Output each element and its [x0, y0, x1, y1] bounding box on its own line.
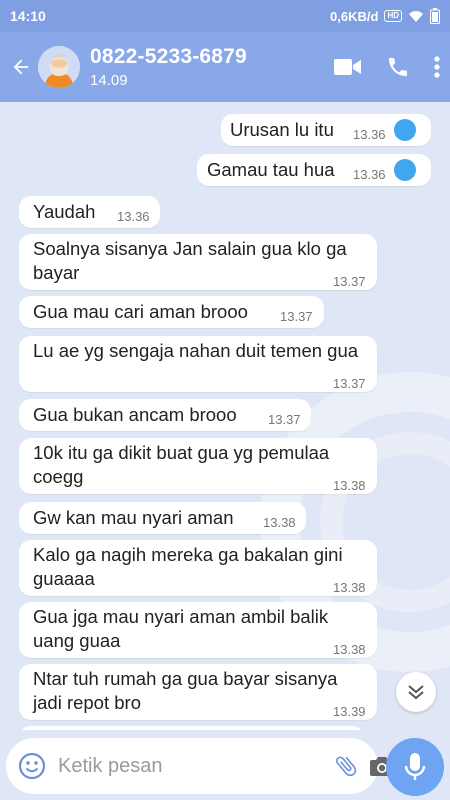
back-button[interactable] [6, 47, 36, 87]
wifi-icon [409, 11, 423, 22]
chevron-double-down-icon [408, 685, 424, 700]
message-text: Yaudah [33, 201, 96, 222]
message-text: 10k itu ga dikit buat gua yg pemulaa coe… [33, 442, 330, 487]
video-call-button[interactable] [334, 57, 362, 77]
emoji-icon [18, 752, 46, 780]
message-text: Gw kan mau nyari aman [33, 507, 234, 528]
message-bubble-incoming[interactable]: Kalo ga nagih mereka ga bakalan gini gua… [19, 540, 377, 596]
message-bubble-incoming[interactable]: 10k itu ga dikit buat gua yg pemulaa coe… [19, 438, 377, 494]
message-time: 13.37 [268, 412, 301, 427]
message-text: Gua bukan ancam brooo [33, 404, 237, 425]
message-time: 13.39 [333, 704, 366, 719]
status-bar: 14:10 0,6KB/d HD [0, 0, 450, 32]
video-camera-icon [334, 59, 361, 75]
message-bubble-incoming[interactable]: Soalnya sisanya Jan salain gua klo ga ba… [19, 234, 377, 290]
message-time: 13.36 [353, 127, 386, 142]
message-time: 13.38 [263, 515, 296, 530]
message-text: Gua jga mau nyari aman ambil balik uang … [33, 606, 329, 651]
message-text: Kalo ga nagih mereka ga bakalan gini gua… [33, 544, 343, 589]
message-text: Soalnya sisanya Jan salain gua klo ga ba… [33, 238, 347, 283]
status-icons: 0,6KB/d HD [330, 8, 440, 24]
voice-call-button[interactable] [386, 55, 410, 79]
voice-record-button[interactable] [386, 738, 444, 796]
message-bubble-incoming[interactable]: Gua bukan ancam brooo 13.37 [19, 399, 311, 431]
message-bubble-incoming[interactable]: Ntar tuh rumah ga gua bayar sisanya jadi… [19, 664, 377, 720]
message-text: Gamau tau hua [207, 159, 335, 180]
hd-badge: HD [384, 10, 402, 22]
message-bubble-incoming[interactable]: Gw kan mau nyari aman 13.38 [19, 502, 306, 534]
message-time: 13.38 [333, 580, 366, 595]
message-bubble-incoming[interactable]: Yaudah 13.36 [19, 196, 160, 228]
more-vert-icon [434, 56, 440, 78]
battery-icon [430, 8, 440, 24]
back-arrow-icon [13, 59, 29, 75]
message-time: 13.36 [117, 209, 150, 224]
message-time: 13.38 [333, 642, 366, 657]
message-bubble-incoming[interactable]: Lu ae yg sengaja nahan duit temen gua 13… [19, 336, 377, 392]
composer-bar [0, 730, 450, 800]
message-bubble-outgoing[interactable]: Gamau tau hua 13.36 [197, 154, 431, 186]
header-actions [334, 55, 440, 79]
message-time: 13.36 [353, 167, 386, 182]
message-text: Urusan lu itu [230, 119, 334, 140]
contact-name: 0822-5233-6879 [90, 45, 247, 68]
microphone-icon [404, 753, 426, 780]
message-time: 13.37 [280, 309, 313, 324]
message-list[interactable]: Urusan lu itu 13.36 Gamau tau hua 13.36 … [0, 102, 450, 730]
message-time: 13.38 [333, 478, 366, 493]
message-bubble-incoming[interactable]: Gua jga mau nyari aman ambil balik uang … [19, 602, 377, 658]
attach-button[interactable] [333, 749, 359, 783]
phone-icon [389, 58, 407, 76]
message-text: Ntar tuh rumah ga gua bayar sisanya jadi… [33, 668, 338, 713]
message-text: Lu ae yg sengaja nahan duit temen gua [33, 340, 359, 361]
scroll-to-bottom-button[interactable] [396, 672, 436, 712]
avatar[interactable] [38, 46, 80, 88]
more-options-button[interactable] [434, 56, 440, 78]
message-time: 13.37 [333, 376, 366, 391]
message-bubble-outgoing[interactable]: Urusan lu itu 13.36 [221, 114, 431, 146]
read-receipt-icon [394, 159, 416, 181]
message-bubble-incoming[interactable]: Gua mau cari aman brooo 13.37 [19, 296, 324, 328]
message-input-container [6, 738, 394, 794]
net-speed: 0,6KB/d [330, 8, 379, 24]
read-receipt-icon [394, 119, 416, 141]
message-input[interactable] [58, 754, 323, 778]
message-time: 13.37 [333, 274, 366, 289]
chat-header: 0822-5233-6879 14.09 [0, 32, 450, 102]
paperclip-icon [335, 756, 357, 777]
status-time: 14:10 [10, 8, 46, 24]
message-text: Gua mau cari aman brooo [33, 301, 248, 322]
emoji-button[interactable] [18, 751, 46, 781]
last-seen: 14.09 [90, 72, 128, 89]
contact-info[interactable]: 0822-5233-6879 14.09 [90, 45, 247, 89]
